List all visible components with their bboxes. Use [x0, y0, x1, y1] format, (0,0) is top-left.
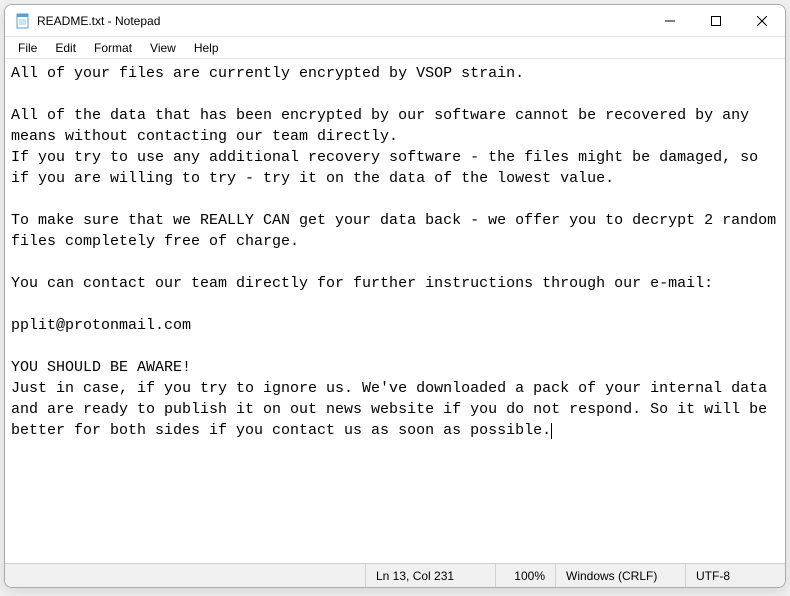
document-text: All of your files are currently encrypte… — [11, 65, 785, 439]
menu-file[interactable]: File — [9, 39, 46, 57]
menu-view[interactable]: View — [141, 39, 185, 57]
menubar: File Edit Format View Help — [5, 37, 785, 59]
menu-edit[interactable]: Edit — [46, 39, 85, 57]
notepad-window: README.txt - Notepad File Edit Format Vi… — [4, 4, 786, 588]
window-controls — [647, 5, 785, 36]
notepad-icon — [15, 13, 31, 29]
text-cursor — [551, 423, 552, 439]
status-spacer — [5, 564, 365, 587]
minimize-button[interactable] — [647, 5, 693, 36]
maximize-button[interactable] — [693, 5, 739, 36]
status-zoom: 100% — [495, 564, 555, 587]
menu-format[interactable]: Format — [85, 39, 141, 57]
text-editor[interactable]: All of your files are currently encrypte… — [5, 59, 785, 563]
status-encoding: UTF-8 — [685, 564, 785, 587]
window-title: README.txt - Notepad — [37, 14, 647, 28]
statusbar: Ln 13, Col 231 100% Windows (CRLF) UTF-8 — [5, 563, 785, 587]
status-position: Ln 13, Col 231 — [365, 564, 495, 587]
close-button[interactable] — [739, 5, 785, 36]
status-line-ending: Windows (CRLF) — [555, 564, 685, 587]
menu-help[interactable]: Help — [185, 39, 228, 57]
titlebar[interactable]: README.txt - Notepad — [5, 5, 785, 37]
